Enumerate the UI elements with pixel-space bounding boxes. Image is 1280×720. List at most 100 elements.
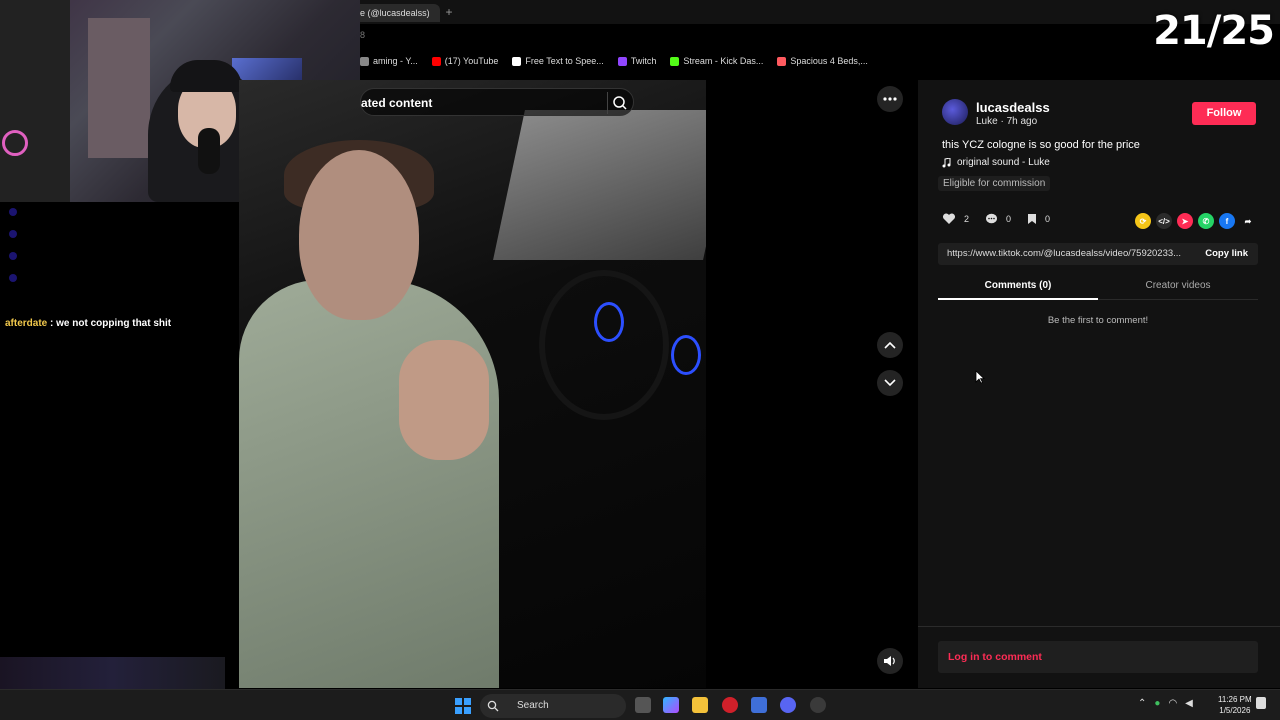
copy-link-button[interactable]: Copy link	[1205, 248, 1248, 259]
whatsapp-icon[interactable]: ✆	[1198, 213, 1214, 229]
tab-creator-videos[interactable]: Creator videos	[1098, 280, 1258, 291]
chat-indicator-icon	[9, 208, 17, 216]
comment-button[interactable]: 0	[985, 213, 1011, 225]
kick-icon	[670, 56, 680, 66]
search-icon	[613, 96, 627, 110]
twitch-icon	[617, 56, 627, 66]
tab-comments[interactable]: Comments (0)	[938, 280, 1098, 291]
embed-icon[interactable]: </>	[1156, 213, 1172, 229]
search-button[interactable]	[607, 92, 629, 114]
volume-icon	[884, 656, 895, 666]
divider	[918, 626, 1280, 627]
browser-tabstrip: e (@lucasdealss) +	[360, 0, 1280, 24]
browser-tab[interactable]: e (@lucasdealss)	[360, 4, 440, 22]
video-thumbs-up-hand	[399, 340, 489, 460]
search-text: ated content	[361, 96, 433, 110]
tray-chevron-up-icon[interactable]: ⌃	[1138, 698, 1146, 709]
save-button[interactable]: 0	[1027, 213, 1050, 225]
new-tab-button[interactable]: +	[440, 4, 458, 22]
video-gauge	[671, 335, 701, 375]
bookmark-item[interactable]: Spacious 4 Beds,...	[777, 52, 868, 70]
opera-icon[interactable]	[722, 697, 738, 713]
sound-link[interactable]: original sound - Luke	[942, 157, 1050, 168]
bookmark-item[interactable]: Twitch	[617, 52, 657, 70]
bookmark-label: Spacious 4 Beds,...	[790, 56, 868, 66]
related-search-bar[interactable]: ated content	[360, 88, 634, 116]
share-row: ⟳ </> ➤ ✆ f ➦	[1135, 213, 1256, 229]
previous-video-button[interactable]	[877, 332, 903, 358]
youtube-icon	[431, 56, 441, 66]
bookmark-item[interactable]: aming - Y...	[360, 52, 418, 70]
chat-username: afterdate	[5, 318, 48, 329]
empty-comments-text: Be the first to comment!	[1047, 315, 1149, 326]
author-username[interactable]: lucasdealss	[976, 100, 1050, 115]
clock[interactable]: 11:26 PM 1/5/2026	[1218, 694, 1252, 716]
like-button[interactable]: 2	[942, 213, 969, 225]
bookmark-icon	[512, 56, 522, 66]
sound-label: original sound - Luke	[957, 157, 1050, 168]
taskbar-search-label: Search	[517, 700, 549, 711]
chat-message: afterdate : we not copping that shit	[5, 318, 171, 329]
video-steering-wheel	[539, 270, 669, 420]
microphone-icon[interactable]: ●	[1154, 698, 1160, 709]
bookmark-icon	[360, 56, 369, 66]
engagement-row: 2 0 0	[942, 213, 1050, 225]
chevron-down-icon	[884, 379, 896, 387]
chat-separator: :	[47, 318, 57, 329]
next-video-button[interactable]	[877, 370, 903, 396]
save-count: 0	[1045, 214, 1051, 224]
bookmark-label: Stream - Kick Das...	[683, 56, 764, 66]
send-icon[interactable]: ➤	[1177, 213, 1193, 229]
follow-button[interactable]: Follow	[1192, 102, 1256, 125]
discord-icon[interactable]	[780, 697, 796, 713]
chat-indicator-icon	[9, 230, 17, 238]
wifi-icon[interactable]: ◠	[1168, 698, 1177, 709]
more-dots-icon	[883, 97, 897, 101]
stream-overlay-bar	[0, 657, 225, 689]
copilot-icon[interactable]	[663, 697, 679, 713]
airbnb-icon	[777, 56, 787, 66]
file-explorer-icon[interactable]	[692, 697, 708, 713]
post-caption: this YCZ cologne is so good for the pric…	[942, 139, 1140, 151]
like-count: 2	[964, 214, 970, 224]
video-car-window	[493, 110, 706, 260]
windows-start-icon[interactable]	[455, 698, 471, 714]
facebook-icon[interactable]: f	[1219, 213, 1235, 229]
browser-app-icon[interactable]	[810, 697, 826, 713]
avatar[interactable]	[942, 99, 968, 125]
video-face	[299, 150, 419, 320]
notification-bell-icon[interactable]	[1256, 697, 1266, 709]
tab-title: e (@lucasdealss)	[360, 8, 430, 18]
bookmark-label: Twitch	[630, 56, 657, 66]
bookmarks-bar: aming - Y... (17) YouTube Free Text to S…	[360, 52, 920, 70]
video-player[interactable]	[239, 80, 706, 688]
taskbar-search[interactable]: Search	[480, 694, 626, 718]
repost-icon[interactable]: ⟳	[1135, 213, 1151, 229]
store-icon[interactable]	[751, 697, 767, 713]
bookmark-item[interactable]: (17) YouTube	[431, 52, 499, 70]
mouse-cursor-icon	[975, 370, 985, 384]
login-to-comment-button[interactable]: Log in to comment	[938, 641, 1258, 673]
chat-sidebar	[0, 202, 28, 657]
chat-indicator-icon	[9, 252, 17, 260]
bookmark-icon	[1028, 214, 1037, 224]
speaker-icon[interactable]: ◀	[1185, 698, 1193, 709]
bookmark-item[interactable]: Free Text to Spee...	[512, 52, 604, 70]
webcam-door	[88, 18, 150, 158]
task-view-icon[interactable]	[635, 697, 651, 713]
system-tray: ⌃ ● ◠ ◀	[1138, 698, 1193, 709]
chat-text: we not copping that shit	[56, 318, 172, 329]
more-options-button[interactable]	[877, 86, 903, 112]
comment-tabs: Comments (0) Creator videos	[938, 278, 1258, 300]
bookmark-item[interactable]: Stream - Kick Das...	[670, 52, 763, 70]
heart-icon	[942, 213, 956, 224]
share-arrow-icon[interactable]: ➦	[1240, 213, 1256, 229]
progress-counter: 21/25	[1153, 8, 1275, 54]
volume-button[interactable]	[877, 648, 903, 674]
video-url[interactable]: https://www.tiktok.com/@lucasdealss/vide…	[947, 248, 1191, 259]
details-panel	[918, 80, 1280, 688]
video-gauge	[594, 302, 624, 342]
music-note-icon	[942, 157, 951, 167]
bookmark-label: Free Text to Spee...	[525, 56, 604, 66]
bookmark-label: (17) YouTube	[444, 56, 499, 66]
